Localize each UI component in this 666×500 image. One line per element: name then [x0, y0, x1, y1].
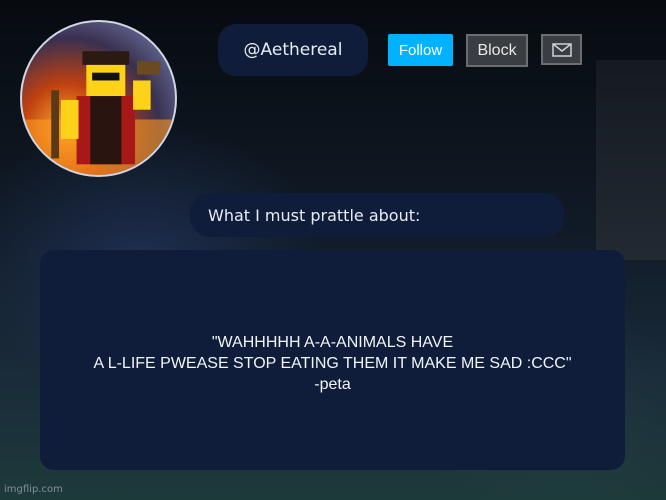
username-pill: @Aethereal — [218, 24, 368, 76]
about-line-3: -peta — [314, 375, 351, 393]
about-text: "WAHHHHH A-A-ANIMALS HAVE A L-LIFE PWEAS… — [93, 326, 571, 395]
follow-label: Follow — [398, 41, 443, 59]
avatar — [20, 20, 177, 177]
about-content-box: "WAHHHHH A-A-ANIMALS HAVE A L-LIFE PWEAS… — [40, 250, 625, 470]
follow-button[interactable]: Follow — [388, 34, 453, 66]
watermark: imgflip.com — [4, 484, 63, 495]
username: @Aethereal — [243, 40, 343, 60]
about-label: What I must prattle about: — [208, 205, 421, 225]
about-line-1: "WAHHHHH A-A-ANIMALS HAVE — [211, 333, 454, 351]
block-button[interactable]: Block — [466, 34, 528, 67]
about-heading: What I must prattle about: — [190, 193, 564, 237]
mail-icon — [551, 42, 572, 57]
block-label: Block — [477, 41, 517, 59]
background-structure — [596, 60, 666, 260]
message-button[interactable] — [541, 34, 582, 65]
avatar-figure — [22, 51, 175, 175]
about-line-2: A L-LIFE PWEASE STOP EATING THEM IT MAKE… — [93, 354, 572, 372]
